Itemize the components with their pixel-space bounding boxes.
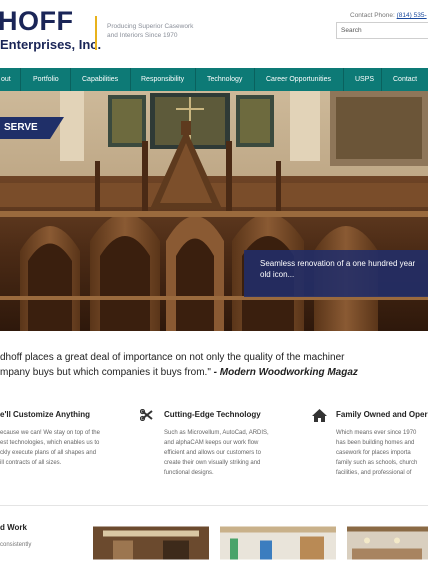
nav-separator [381,68,382,91]
nav-responsibility[interactable]: Responsibility [141,68,184,91]
feature-title: e'll Customize Anything [0,410,91,419]
search-input[interactable] [336,22,428,39]
hero-caption[interactable]: Seamless renovation of a one hundred yea… [244,250,428,297]
quote-line-2-text: mpany buys but which companies it buys f… [0,367,211,378]
portfolio-thumbnail[interactable] [347,523,428,563]
work-section-title: d Work [0,523,27,532]
feature-title: Cutting-Edge Technology [164,410,261,419]
nav-separator [254,68,255,91]
feature-line: ckly execute plans of all shapes and [0,450,97,456]
nav-about[interactable]: out [1,68,11,91]
nav-separator [343,68,344,91]
nav-separator [195,68,196,91]
quote-line-1: dhoff places a great deal of importance … [0,352,345,363]
logo-wordmark[interactable]: HOFF [0,6,74,37]
nav-career-opportunities[interactable]: Career Opportunities [266,68,331,91]
logo-divider [95,16,97,50]
portfolio-thumbnail[interactable] [93,523,209,563]
hero-slider[interactable]: SERVE Seamless renovation of a one hundr… [0,91,428,331]
nav-capabilities[interactable]: Capabilities [82,68,118,91]
feature-line: and alphaCAM keeps our work flow [164,440,259,446]
nav-portfolio[interactable]: Portfolio [33,68,59,91]
feature-line: has been building homes and [336,440,415,446]
nav-separator [130,68,131,91]
feature-line: facilities, and professional of [336,470,412,476]
feature-line: Such as Microvellum, AutoCad, ARDIS, [164,430,269,436]
feature-line: casework for places importa [336,450,411,456]
feature-line: functional designs. [164,470,214,476]
main-nav: out Portfolio Capabilities Responsibilit… [0,68,428,91]
tagline-line-1: Producing Superior Casework [107,23,194,30]
nav-separator [70,68,71,91]
contact-label: Contact Phone: [350,12,395,19]
tagline: Producing Superior Casework and Interior… [107,22,217,40]
contact-phone: Contact Phone: (814) 535- [350,12,427,19]
nav-technology[interactable]: Technology [207,68,242,91]
feature-description: Which means ever since 1970 has been bui… [336,428,428,478]
phone-link[interactable]: (814) 535- [397,12,427,19]
feature-line: Which means ever since 1970 [336,430,417,436]
hero-banner-label: SERVE [0,117,64,139]
work-section-text: consistently [0,542,32,548]
feature-description: Such as Microvellum, AutoCad, ARDIS, and… [164,428,304,478]
testimonial-quote: dhoff places a great deal of importance … [0,350,428,380]
feature-line: create their own visually striking and [164,460,261,466]
feature-line: ecause we can! We stay on top of the [0,430,100,436]
quote-line-2: mpany buys but which companies it buys f… [0,365,428,380]
nav-separator [20,68,21,91]
site-header: HOFF Enterprises, Inc. Producing Superio… [0,0,428,68]
feature-line: est technologies, which enables us to [0,440,100,446]
nav-usps[interactable]: USPS [355,68,374,91]
feature-line: ill contracts of all sizes. [0,460,62,466]
feature-line: family such as schools, church [336,460,418,466]
quote-attribution: - Modern Woodworking Magaz [210,367,358,378]
feature-title: Family Owned and Oper [336,410,428,419]
feature-line: efficient and allows our customers to [164,450,261,456]
logo-subtitle[interactable]: Enterprises, Inc. [0,37,101,52]
portfolio-thumbnail[interactable] [220,523,336,563]
section-divider [0,505,428,506]
feature-description: ecause we can! We stay on top of the est… [0,428,120,468]
nav-contact[interactable]: Contact [393,68,417,91]
home-icon [312,409,327,422]
tagline-line-2: and Interiors Since 1970 [107,32,178,39]
tools-icon [140,409,153,421]
